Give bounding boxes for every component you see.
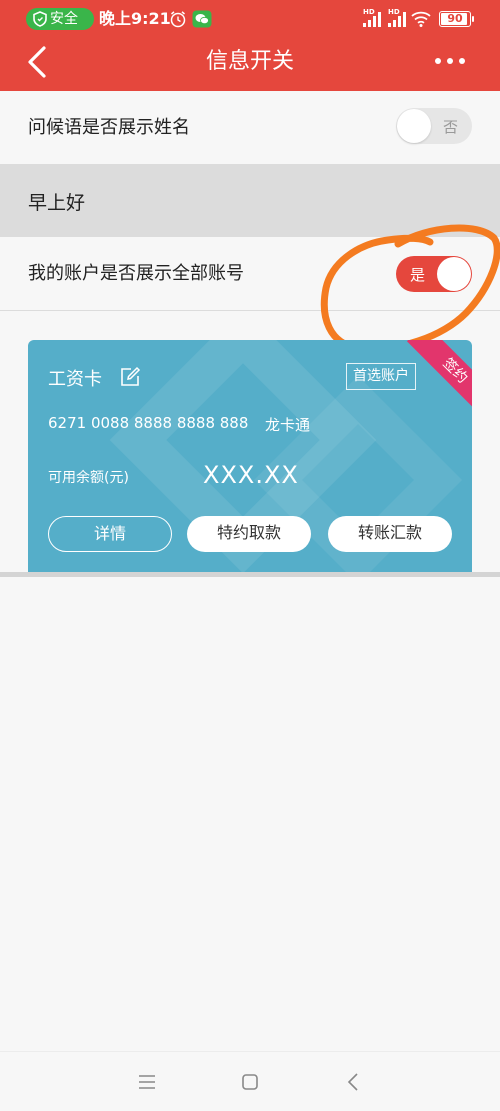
all-accounts-label: 我的账户是否展示全部账号 (28, 263, 244, 284)
balance-label: 可用余额(元) (48, 470, 129, 486)
more-dots-icon[interactable] (430, 50, 470, 72)
toggle-knob (437, 257, 471, 291)
details-button[interactable]: 详情 (48, 516, 172, 552)
signal-icon-2 (388, 12, 406, 27)
wechat-icon (192, 10, 212, 28)
toggle-state-label: 否 (442, 118, 458, 136)
greeting-name-toggle[interactable]: 否 (396, 108, 472, 144)
toggle-knob (397, 109, 431, 143)
safe-label: 安全 (50, 11, 78, 27)
nav-back-icon[interactable] (347, 1072, 359, 1092)
account-number: 6271 0088 8888 8888 888 (48, 414, 249, 432)
setting-row-all-accounts: 我的账户是否展示全部账号 是 (0, 237, 500, 311)
greeting-name-label: 问候语是否展示姓名 (28, 117, 190, 138)
signal-icon-1 (363, 12, 381, 27)
shield-icon (33, 11, 47, 27)
page-title: 信息开关 (205, 49, 294, 74)
section-divider (0, 572, 500, 577)
alarm-icon (170, 11, 186, 28)
transfer-button[interactable]: 转账汇款 (328, 516, 452, 552)
edit-icon[interactable] (119, 366, 141, 388)
battery-level: 90 (447, 12, 463, 25)
setting-row-greeting-name: 问候语是否展示姓名 否 (0, 91, 500, 164)
account-card[interactable]: 工资卡 首选账户 签约 6271 0088 8888 8888 888 龙卡通 … (28, 340, 472, 572)
wifi-icon (411, 11, 431, 27)
special-withdraw-button[interactable]: 特约取款 (187, 516, 311, 552)
greeting-preview: 早上好 (0, 164, 500, 237)
toggle-state-label: 是 (410, 266, 426, 284)
battery-indicator: 90 (439, 11, 474, 27)
account-type: 龙卡通 (265, 416, 311, 434)
home-icon[interactable] (242, 1074, 258, 1090)
system-nav-bar (0, 1051, 500, 1111)
header-bar: 安全 晚上9:21 HD HD 90 信息开关 (0, 0, 500, 91)
status-time: 晚上9:21 (99, 9, 171, 28)
card-name: 工资卡 (48, 369, 102, 390)
menu-icon[interactable] (138, 1074, 156, 1090)
status-bar: 安全 晚上9:21 HD HD 90 (0, 0, 500, 38)
safe-badge: 安全 (26, 8, 94, 30)
greeting-text: 早上好 (28, 192, 86, 214)
all-accounts-toggle[interactable]: 是 (396, 256, 472, 292)
preferred-account-badge: 首选账户 (346, 363, 416, 390)
balance-value: XXX.XX (203, 461, 299, 489)
